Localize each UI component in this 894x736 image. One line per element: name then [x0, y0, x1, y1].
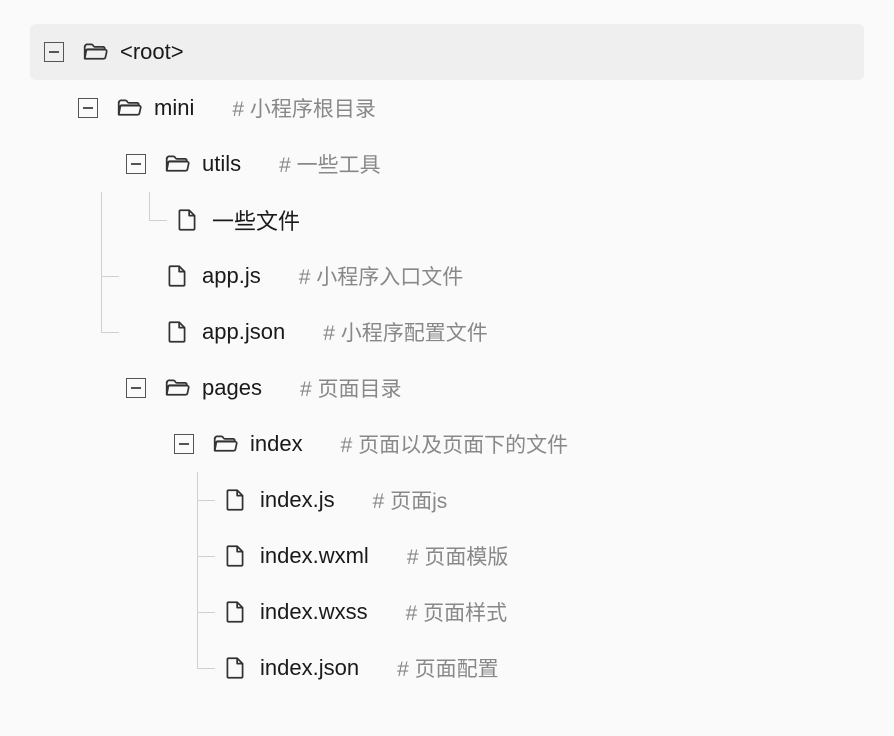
file-icon — [222, 599, 248, 625]
folder-open-icon — [164, 375, 190, 401]
node-label: index.wxss — [260, 599, 368, 625]
file-icon — [164, 319, 190, 345]
file-icon — [174, 207, 200, 233]
node-comment: # 页面js — [373, 485, 448, 515]
tree-row-mini[interactable]: mini # 小程序根目录 — [30, 80, 864, 136]
node-label: pages — [202, 375, 262, 401]
node-label: app.json — [202, 319, 285, 345]
collapse-icon[interactable] — [174, 434, 194, 454]
node-label: mini — [154, 95, 194, 121]
node-comment: # 页面目录 — [300, 373, 402, 403]
node-label: index — [250, 431, 303, 457]
tree-row-app-json[interactable]: app.json # 小程序配置文件 — [30, 304, 864, 360]
node-label: app.js — [202, 263, 261, 289]
tree-row-index-wxss[interactable]: index.wxss # 页面样式 — [30, 584, 864, 640]
file-tree: <root> mini # 小程序根目录 utils # 一些工具 一些文件 a… — [0, 0, 894, 736]
tree-row-pages[interactable]: pages # 页面目录 — [30, 360, 864, 416]
node-label: utils — [202, 151, 241, 177]
node-comment: # 小程序根目录 — [232, 93, 376, 123]
tree-row-index-json[interactable]: index.json # 页面配置 — [30, 640, 864, 696]
node-comment: # 页面模版 — [407, 541, 509, 571]
node-comment: # 小程序配置文件 — [323, 317, 488, 347]
tree-row-utils[interactable]: utils # 一些工具 — [30, 136, 864, 192]
collapse-icon[interactable] — [78, 98, 98, 118]
node-comment: # 页面以及页面下的文件 — [341, 429, 569, 459]
node-comment: # 小程序入口文件 — [299, 261, 464, 291]
node-comment: # 页面配置 — [397, 653, 499, 683]
tree-row-index-wxml[interactable]: index.wxml # 页面模版 — [30, 528, 864, 584]
node-label: 一些文件 — [212, 204, 300, 236]
tree-row-app-js[interactable]: app.js # 小程序入口文件 — [30, 248, 864, 304]
node-comment: # 页面样式 — [406, 597, 508, 627]
collapse-icon[interactable] — [126, 378, 146, 398]
collapse-icon[interactable] — [126, 154, 146, 174]
node-comment: # 一些工具 — [279, 149, 381, 179]
node-label: index.json — [260, 655, 359, 681]
file-icon — [222, 487, 248, 513]
file-icon — [164, 263, 190, 289]
tree-row-index-js[interactable]: index.js # 页面js — [30, 472, 864, 528]
tree-row-utils-file[interactable]: 一些文件 — [30, 192, 864, 248]
folder-open-icon — [82, 39, 108, 65]
folder-open-icon — [212, 431, 238, 457]
node-label: index.js — [260, 487, 335, 513]
collapse-icon[interactable] — [44, 42, 64, 62]
node-label: index.wxml — [260, 543, 369, 569]
tree-row-index-dir[interactable]: index # 页面以及页面下的文件 — [30, 416, 864, 472]
node-label: <root> — [120, 39, 184, 65]
folder-open-icon — [164, 151, 190, 177]
tree-row-root[interactable]: <root> — [30, 24, 864, 80]
file-icon — [222, 543, 248, 569]
file-icon — [222, 655, 248, 681]
folder-open-icon — [116, 95, 142, 121]
